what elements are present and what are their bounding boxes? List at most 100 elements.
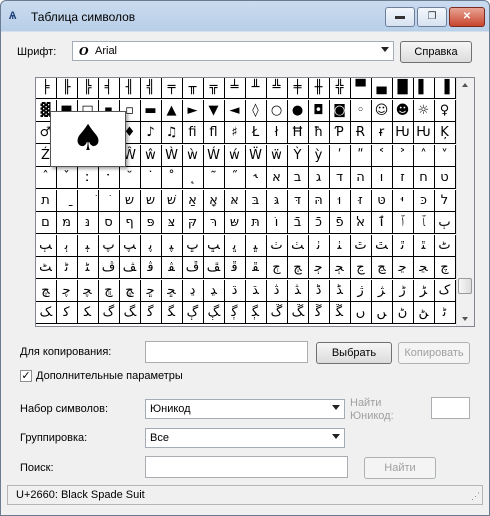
help-button[interactable]: Справка [400,41,472,63]
maximize-button[interactable]: ❐ [417,7,447,27]
character-cell[interactable]: ẁ [182,144,204,167]
character-cell[interactable]: ﭿ [119,279,141,302]
character-cell[interactable]: ﮋ [371,279,393,302]
character-cell[interactable]: ﮜ [308,302,330,324]
character-cell[interactable]: ﭔ [56,234,78,257]
character-cell[interactable]: ╥ [182,78,204,99]
character-cell[interactable]: ﭥ [413,234,435,257]
character-cell[interactable]: שׁ [161,189,183,212]
character-cell[interactable]: ﮚ [266,302,288,324]
character-cell[interactable]: גּ [266,189,288,212]
character-cell[interactable]: ﮢ [434,302,456,324]
character-cell[interactable]: אָ [203,189,225,212]
character-cell[interactable]: ז [392,167,414,189]
advanced-view-label[interactable]: Дополнительные параметры [36,370,183,382]
character-cell[interactable]: ד [329,167,351,189]
character-cell[interactable]: ﭺ [434,257,456,279]
character-cell[interactable]: Ɍ [350,122,372,144]
character-cell[interactable]: Ẁ [161,144,183,167]
character-cell[interactable]: ﭫ [119,257,141,279]
character-cell[interactable]: נּ [77,212,99,234]
character-cell[interactable]: ╬ [329,78,351,99]
character-cell[interactable]: ♯ [224,122,246,144]
character-cell[interactable]: ׁ [77,189,99,212]
character-cell[interactable]: ● [287,99,309,122]
character-cell[interactable]: ╨ [245,78,267,99]
search-input[interactable] [145,456,348,478]
character-cell[interactable]: ﭜ [224,234,246,257]
character-cell[interactable]: ♫ [161,122,183,144]
character-cell[interactable]: ﭾ [98,279,120,302]
character-cell[interactable]: ˂ [371,144,393,167]
character-cell[interactable]: ﮀ [140,279,162,302]
character-cell[interactable]: דּ [287,189,309,212]
character-cell[interactable]: ﬂ [203,122,225,144]
character-cell[interactable]: ﭽ [77,279,99,302]
character-cell[interactable]: ╞ [36,78,57,99]
character-cell[interactable]: ﭱ [245,257,267,279]
character-cell[interactable]: קּ [182,212,204,234]
character-cell[interactable]: ﭳ [287,257,309,279]
character-cell[interactable]: ╪ [287,78,309,99]
character-cell[interactable]: ﮆ [266,279,288,302]
scroll-up-icon[interactable] [462,83,468,87]
character-cell[interactable]: ﭝ [245,234,267,257]
character-cell[interactable]: ﮅ [245,279,267,302]
character-cell[interactable]: ỳ [308,144,330,167]
character-cell[interactable]: Ƕ [413,122,435,144]
character-cell[interactable]: ˝ [224,167,246,189]
select-button[interactable]: Выбрать [316,342,392,364]
character-cell[interactable]: בֿ [287,212,309,234]
character-cell[interactable]: ח [413,167,435,189]
character-cell[interactable]: ╡ [98,78,120,99]
scroll-down-icon[interactable] [462,317,468,321]
character-cell[interactable]: ▄ [371,78,393,99]
character-cell[interactable]: ש [140,189,162,212]
character-cell[interactable]: ╠ [77,78,99,99]
character-cell[interactable]: ˑ [98,167,120,189]
character-cell[interactable]: ﭘ [140,234,162,257]
resize-grip-icon[interactable]: ⋰ [471,491,480,502]
character-cell[interactable]: ﭤ [392,234,414,257]
character-cell[interactable]: ˜ [203,167,225,189]
character-cell[interactable]: ╩ [266,78,288,99]
character-cell[interactable]: ﭬ [140,257,162,279]
character-cell[interactable]: ▼ [203,99,225,122]
character-cell[interactable]: ﭼ [56,279,78,302]
character-cell[interactable]: ﭷ [371,257,393,279]
character-cell[interactable]: ﭧ [36,257,57,279]
character-cell[interactable]: ˄ [413,144,435,167]
character-cell[interactable]: ﮏ [36,302,57,324]
character-cell[interactable]: ˛ [182,167,204,189]
character-cell[interactable]: ש [119,189,141,212]
character-cell[interactable]: ▲ [161,99,183,122]
character-cell[interactable]: ﭡ [329,234,351,257]
character-cell[interactable]: ╧ [224,78,246,99]
copy-button[interactable]: Копировать [398,342,470,364]
grouping-select[interactable]: Все [145,428,345,448]
character-cell[interactable]: ╫ [308,78,330,99]
character-cell[interactable]: ﮟ [371,302,393,324]
character-cell[interactable]: ﮘ [224,302,246,324]
find-button[interactable]: Найти [364,457,436,479]
advanced-view-checkbox[interactable]: ✓ [20,370,32,382]
character-cell[interactable]: ﭒ [434,212,456,234]
character-cell[interactable]: ♪ [140,122,162,144]
charset-select[interactable]: Юникод [145,399,345,419]
character-cell[interactable]: טּ [371,189,393,212]
character-cell[interactable]: █ [392,78,414,99]
character-cell[interactable]: ﭠ [308,234,330,257]
character-cell[interactable]: ﮝ [329,302,351,324]
character-cell[interactable]: ג [308,167,330,189]
character-cell[interactable]: ˙ [140,167,162,189]
character-cell[interactable]: ☼ [413,99,435,122]
character-cell[interactable]: ת [36,189,57,212]
character-cell[interactable]: ﭟ [287,234,309,257]
character-cell[interactable]: ˇ [56,167,78,189]
close-button[interactable]: ✕ [449,7,485,27]
character-cell[interactable]: ٱ [371,212,393,234]
character-cell[interactable]: ˅ [434,144,456,167]
character-cell[interactable]: ː [77,167,99,189]
character-cell[interactable]: ﮐ [56,302,78,324]
character-cell[interactable]: ╢ [119,78,141,99]
